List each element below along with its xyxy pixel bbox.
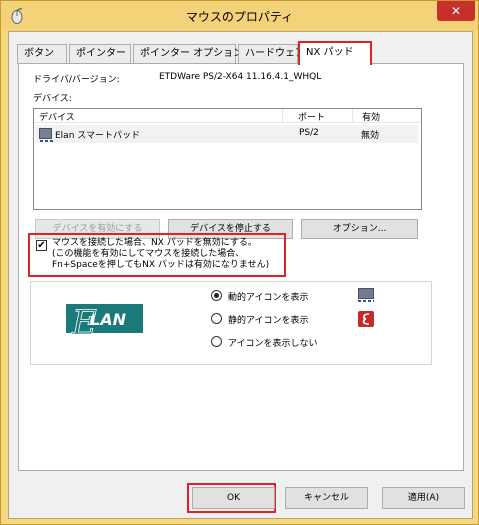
elan-logo: LAN E [66,303,143,342]
radio-no-icon-label[interactable]: アイコンを表示しない [228,336,318,349]
window-title: マウスのプロパティ [185,10,294,24]
touchpad-icon [39,128,53,142]
tab-nx-pad[interactable]: NX パッド [298,41,372,65]
tab-pointers[interactable]: ポインター [69,44,131,64]
apply-button[interactable]: 適用(A) [382,487,465,509]
elan-logo-letter: E [71,303,97,342]
device-name: Elan スマートパッド [55,131,140,141]
driver-label: ドライバ/バージョン: [33,75,120,85]
radio-static-icon[interactable] [211,313,222,324]
checkbox-line-2: (この機能を有効にしてマウスを接続した場合、 [52,249,245,259]
radio-no-icon[interactable] [211,336,222,347]
tab-hardware[interactable]: ハードウェア [238,44,305,64]
device-list[interactable]: デバイス ポート 有効 Elan スマートパッド PS/2 無効 [33,108,422,210]
static-tray-icon [358,311,374,327]
checkbox-line-1: マウスを接続した場合、NX パッドを無効にする。 [52,238,257,248]
radio-static-icon-label[interactable]: 静的アイコンを表示 [228,313,309,326]
cancel-button[interactable]: キャンセル [285,487,368,509]
driver-version: ETDWare PS/2-X64 11.16.4.1_WHQL [159,72,322,82]
disable-on-mouse-label: マウスを接続した場合、NX パッドを無効にする。 (この機能を有効にしてマウスを… [52,238,269,271]
ok-button[interactable]: OK [192,487,275,509]
tab-pointer-options[interactable]: ポインター オプション [133,44,243,64]
column-device[interactable]: デバイス [39,110,75,123]
nx-pad-panel: ドライバ/バージョン: ETDWare PS/2-X64 11.16.4.1_W… [18,63,464,471]
column-enabled[interactable]: 有効 [362,110,380,123]
device-list-header: デバイス ポート 有効 [34,109,421,123]
tab-buttons[interactable]: ボタン [17,44,67,64]
disable-on-mouse-checkbox[interactable]: ✔ [36,240,47,251]
tray-icon-group: LAN E 動的アイコンを表示 静的アイコンを表示 アイコンを表示しない [30,281,432,365]
dynamic-tray-icon [358,288,374,302]
device-enabled: 無効 [361,131,380,141]
radio-dynamic-icon-label[interactable]: 動的アイコンを表示 [228,290,309,303]
column-port[interactable]: ポート [298,110,325,123]
device-port: PS/2 [299,128,319,138]
disable-on-mouse-group: ✔ マウスを接続した場合、NX パッドを無効にする。 (この機能を有効にしてマウ… [28,233,286,277]
title-bar[interactable]: マウスのプロパティ ✕ [1,1,478,31]
close-button[interactable]: ✕ [437,1,475,21]
device-row[interactable]: Elan スマートパッド PS/2 無効 [35,125,418,143]
options-button[interactable]: オプション... [301,219,418,239]
dialog-client: ボタン ポインター ポインター オプション ハードウェア NX パッド ドライバ… [8,31,473,519]
mouse-properties-window: マウスのプロパティ ✕ ボタン ポインター ポインター オプション ハードウェア… [0,0,479,525]
radio-dynamic-icon[interactable] [211,290,222,301]
checkbox-line-3: Fn+Spaceを押してもNX パッドは有効になりません) [52,260,270,270]
devices-label: デバイス: [33,94,72,104]
